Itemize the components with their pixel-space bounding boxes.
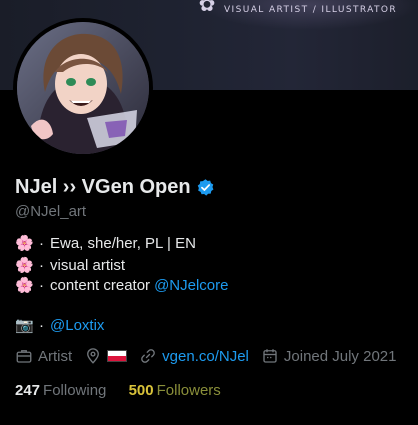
bio-line: 🌸 · content creator @NJelcore (15, 276, 228, 295)
camera-icon: 📷 (15, 317, 34, 334)
category-item: Artist (15, 347, 72, 365)
following-link[interactable]: 247 Following (15, 382, 111, 399)
joined-date: Joined July 2021 (283, 347, 397, 365)
bio-separator: · (39, 256, 44, 274)
bio-text: content creator (50, 276, 151, 294)
bio-separator: · (39, 276, 44, 294)
cherry-blossom-icon: 🌸 (15, 277, 34, 294)
calendar-icon (263, 349, 277, 363)
avatar[interactable] (13, 18, 153, 158)
followers-label: Followers (156, 382, 221, 399)
following-count: 247 (15, 382, 41, 399)
bio-separator: · (39, 316, 44, 334)
verified-badge-icon[interactable] (196, 178, 215, 197)
following-label: Following (43, 382, 107, 399)
mention-link-loxtix[interactable]: @Loxtix (50, 317, 104, 334)
cherry-blossom-icon: 🌸 (15, 257, 34, 274)
name-row: NJel ›› VGen Open (15, 176, 215, 199)
category-label: Artist (38, 347, 73, 365)
location-item (84, 347, 128, 365)
joined-item: Joined July 2021 (261, 347, 397, 365)
bio-text: Ewa, she/her, PL | EN (50, 234, 196, 252)
follow-stats: 247 Following 500 Followers (15, 382, 221, 399)
website-item[interactable]: vgen.co/NJel (139, 347, 249, 365)
link-icon (141, 349, 156, 363)
mention-link-njelcore[interactable]: @NJelcore (154, 277, 228, 294)
bio-text: visual artist (50, 256, 126, 274)
followers-count: 500 (128, 382, 154, 399)
bio-line: 🌸 · visual artist (15, 256, 126, 275)
display-name: NJel ›› VGen Open (15, 176, 191, 198)
avatar-illustration (17, 22, 149, 154)
location-pin-icon (87, 348, 100, 364)
poland-flag-icon (107, 350, 128, 362)
profile-meta: Artist vgen.co/NJel Joined July 2021 (15, 347, 396, 365)
followers-link[interactable]: 500 Followers (111, 382, 221, 399)
profile-handle: @NJel_art (15, 203, 87, 220)
flower-logo-icon: ✿ (198, 0, 216, 16)
website-link[interactable]: vgen.co/NJel (162, 348, 249, 365)
bio-line: 🌸 · Ewa, she/her, PL | EN (15, 234, 196, 253)
bio-separator: · (39, 234, 44, 252)
banner-tagline: VISUAL ARTIST / ILLUSTRATOR (224, 5, 398, 15)
cherry-blossom-icon: 🌸 (15, 235, 34, 252)
briefcase-icon (16, 350, 32, 363)
bio-line: 📷 · @Loxtix (15, 316, 104, 335)
